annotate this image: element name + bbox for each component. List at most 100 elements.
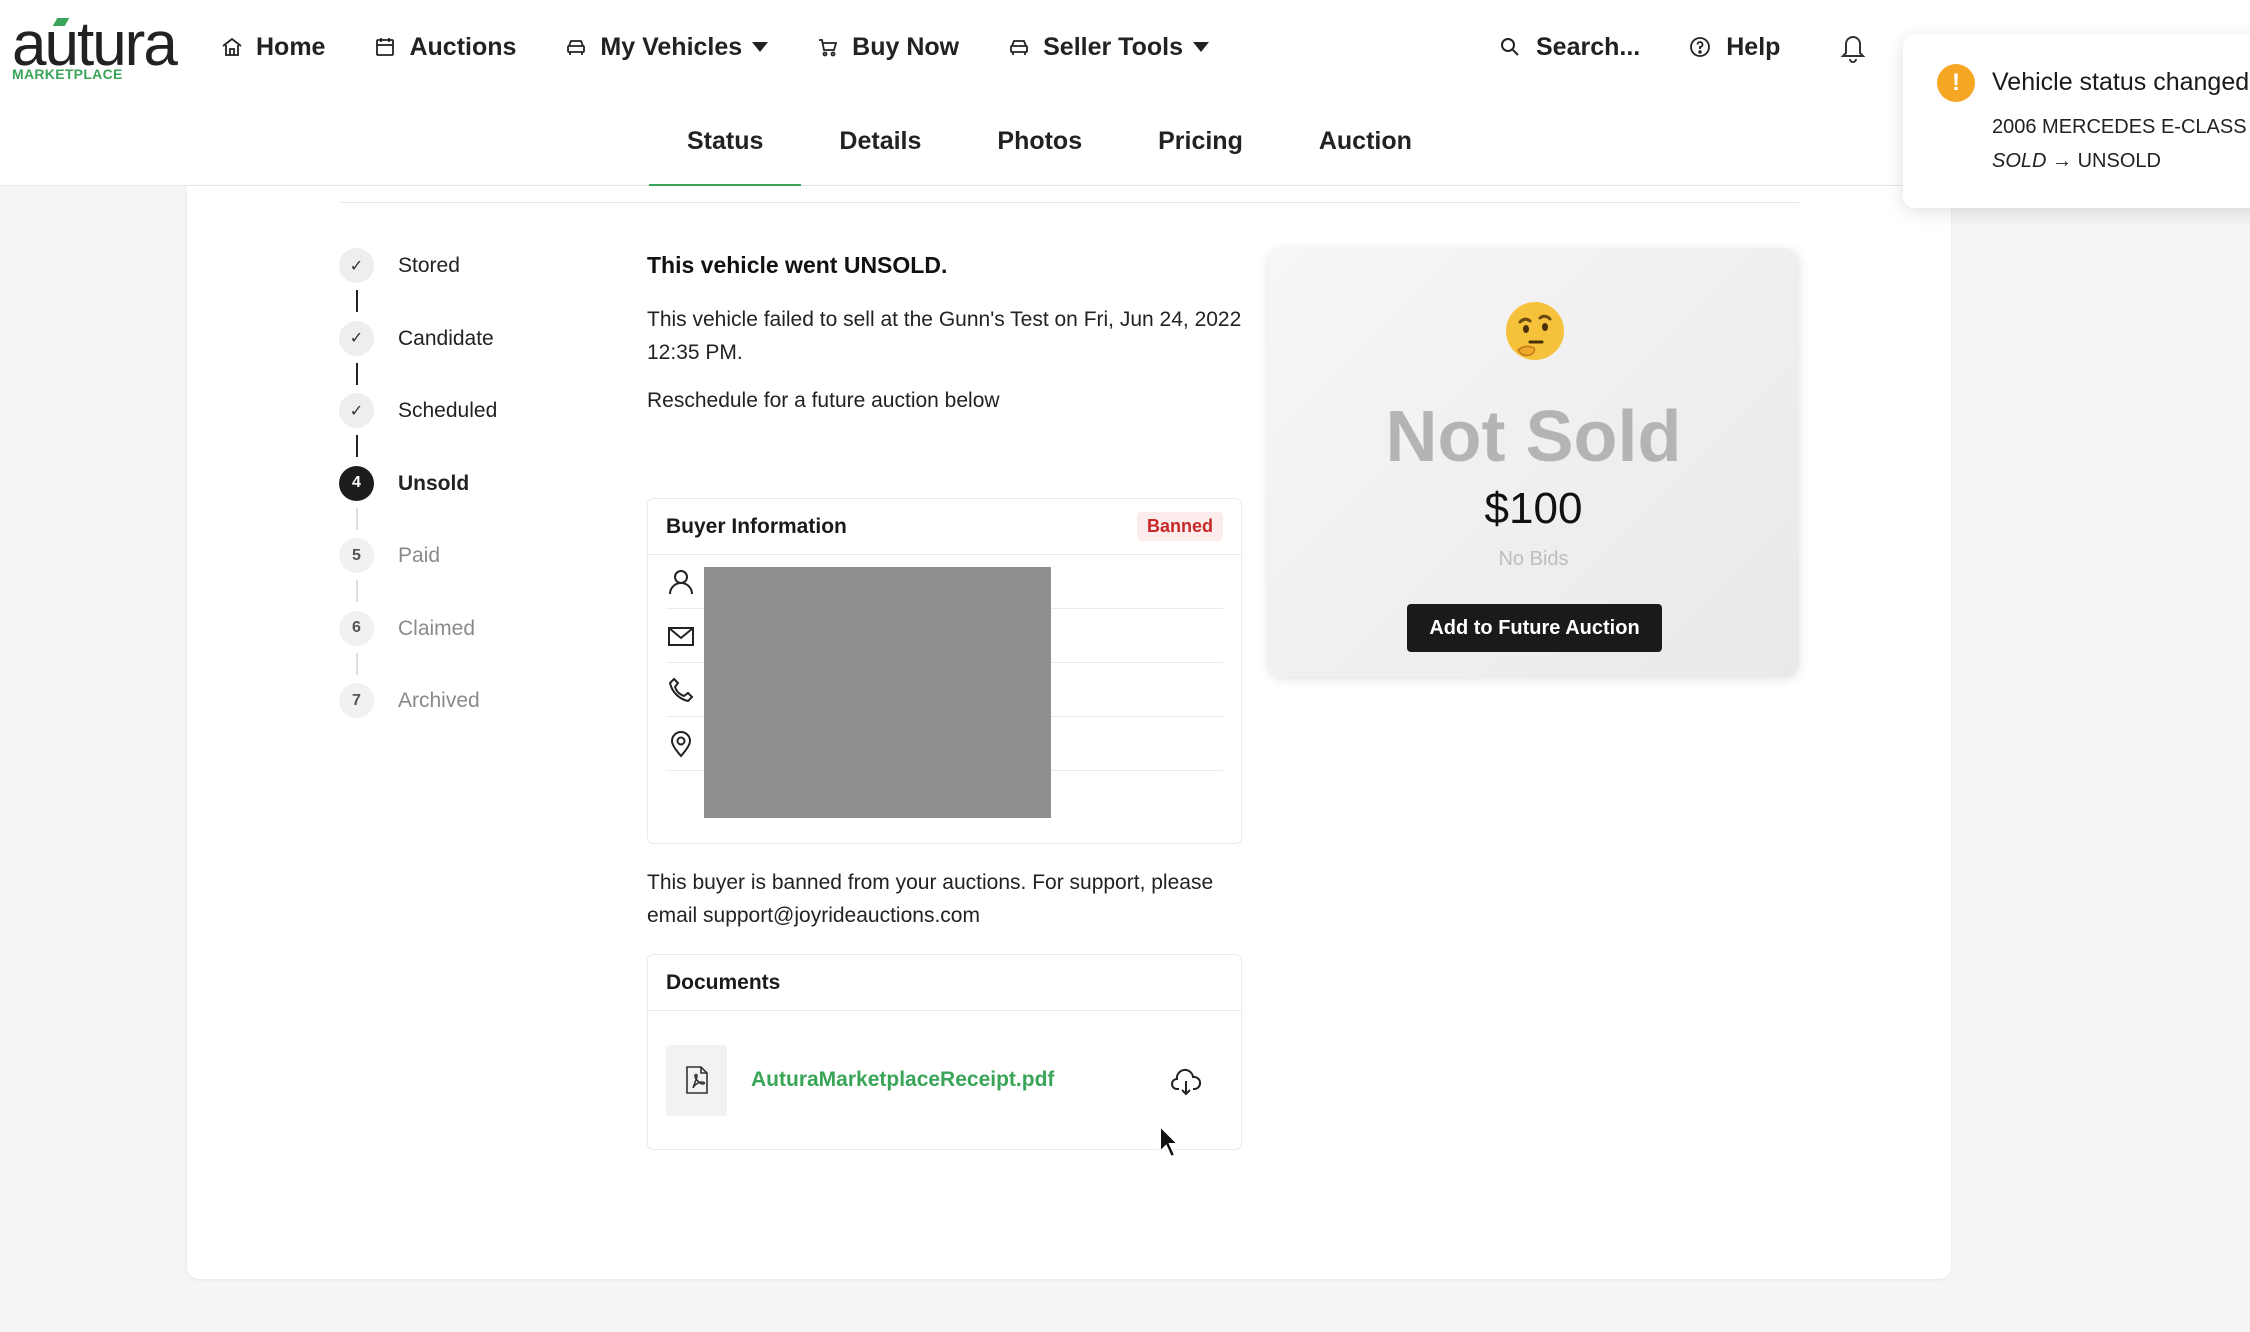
step-label: Unsold (398, 471, 470, 495)
add-to-future-auction-button[interactable]: Add to Future Auction (1407, 604, 1662, 652)
nav-my-vehicles[interactable]: My Vehicles (564, 32, 769, 62)
tab-pricing[interactable]: Pricing (1120, 96, 1281, 186)
toast-status-change: SOLD → UNSOLD (1992, 150, 2161, 173)
bid-count: No Bids (1498, 548, 1569, 570)
step-scheduled: ✓ Scheduled (339, 393, 599, 466)
previous-status: SOLD (1992, 150, 2047, 172)
logo-subtitle: MARKETPLACE (12, 66, 123, 82)
buyer-information-title: Buyer Information (666, 514, 847, 538)
new-status: UNSOLD (2077, 150, 2161, 172)
step-label: Scheduled (398, 399, 498, 422)
sale-price: $100 (1484, 484, 1583, 533)
documents-panel: Documents AuturaMarketplaceReceipt.pdf (647, 954, 1242, 1150)
toast-vehicle: 2006 MERCEDES E-CLASS (1992, 116, 2247, 138)
notification-bell-icon[interactable] (1838, 30, 1868, 64)
phone-icon (668, 677, 694, 702)
arrow-right-icon: → (2052, 150, 2073, 172)
cart-icon (819, 39, 838, 57)
step-archived: 7 Archived (339, 683, 599, 756)
document-link[interactable]: AuturaMarketplaceReceipt.pdf (751, 1068, 1054, 1092)
step-connector (356, 580, 358, 602)
mouse-cursor-icon (1159, 1124, 1181, 1159)
location-pin-icon (670, 730, 692, 758)
step-label: Archived (398, 689, 480, 712)
chevron-down-icon (1192, 42, 1209, 52)
warning-icon: ! (1937, 64, 1975, 102)
check-icon: ✓ (339, 320, 374, 356)
check-icon: ✓ (339, 248, 374, 283)
step-connector (356, 507, 358, 530)
help-label: Help (1726, 32, 1781, 61)
step-connector (356, 362, 358, 385)
pdf-icon (666, 1044, 727, 1116)
nav-home[interactable]: Home (220, 33, 325, 62)
status-message: This vehicle went UNSOLD. This vehicle f… (647, 252, 1242, 413)
documents-title: Documents (666, 970, 781, 994)
step-number: 5 (339, 538, 374, 573)
car-icon (1010, 40, 1029, 55)
nav-auctions[interactable]: Auctions (373, 33, 516, 62)
divider (340, 202, 1799, 203)
status-description: This vehicle failed to sell at the Gunn'… (647, 308, 1242, 364)
search-label: Search... (1536, 32, 1641, 61)
redacted-buyer-details (704, 567, 1051, 818)
step-candidate: ✓ Candidate (339, 320, 599, 394)
search-icon (1501, 38, 1519, 56)
step-label: Paid (398, 544, 441, 567)
sale-summary-card: Not Sold $100 No Bids Add to Future Auct… (1268, 248, 1799, 677)
buyer-details (648, 555, 1241, 818)
step-connector (356, 290, 358, 312)
status-stepper: ✓ Stored ✓ Candidate ✓ Scheduled 4 Unsol… (339, 248, 599, 756)
tab-auction[interactable]: Auction (1281, 96, 1450, 186)
person-icon (669, 569, 693, 594)
step-number: 4 (339, 465, 374, 501)
vehicle-tabs: Status Details Photos Pricing Auction (649, 96, 1450, 187)
search-button[interactable]: Search... (1498, 33, 1640, 62)
step-number: 7 (339, 683, 374, 718)
step-label: Candidate (398, 326, 494, 350)
calendar-icon (376, 38, 395, 56)
thinking-face-icon (1506, 302, 1564, 360)
car-icon (567, 40, 586, 55)
help-circle-icon (1690, 37, 1711, 57)
step-label: Stored (398, 254, 460, 277)
reschedule-hint: Reschedule for a future auction below (647, 389, 1000, 412)
nav-auctions-label: Auctions (409, 32, 517, 61)
panel-header: Buyer Information Banned (648, 499, 1241, 555)
step-unsold: 4 Unsold (339, 465, 599, 539)
nav-buy-now[interactable]: Buy Now (816, 33, 959, 62)
nav-seller-tools[interactable]: Seller Tools (1007, 33, 1209, 62)
check-icon: ✓ (339, 393, 374, 428)
step-connector (356, 652, 358, 675)
status-card: ✓ Stored ✓ Candidate ✓ Scheduled 4 Unsol… (187, 186, 1951, 1279)
tab-photos[interactable]: Photos (959, 96, 1120, 186)
nav-home-label: Home (256, 32, 326, 61)
autura-logo[interactable]: autura MARKETPLACE (12, 14, 178, 84)
tab-details[interactable]: Details (801, 96, 959, 186)
step-paid: 5 Paid (339, 538, 599, 611)
tab-status[interactable]: Status (649, 96, 802, 187)
banned-buyer-note: This buyer is banned from your auctions.… (647, 871, 1214, 927)
nav-my-vehicles-label: My Vehicles (600, 32, 743, 61)
buyer-information-panel: Buyer Information Banned (647, 498, 1242, 844)
step-label: Claimed (398, 616, 476, 640)
chevron-down-icon (752, 42, 769, 52)
step-claimed: 6 Claimed (339, 610, 599, 684)
step-stored: ✓ Stored (339, 248, 599, 321)
mail-icon (668, 626, 694, 646)
toast-title: Vehicle status changed (1992, 68, 2250, 96)
banned-badge: Banned (1136, 512, 1223, 541)
sale-status: Not Sold (1385, 397, 1682, 477)
nav-utilities: Search... Help (1498, 24, 1780, 70)
nav-seller-tools-label: Seller Tools (1043, 32, 1183, 61)
step-connector (356, 435, 358, 457)
panel-header: Documents (648, 955, 1241, 1011)
help-link[interactable]: Help (1688, 33, 1780, 62)
cloud-download-icon[interactable] (1170, 1067, 1202, 1099)
nav-buy-now-label: Buy Now (852, 32, 960, 61)
step-number: 6 (339, 610, 374, 646)
status-change-toast[interactable]: ! Vehicle status changed 2006 MERCEDES E… (1903, 34, 2250, 208)
home-icon (222, 37, 242, 56)
main-nav: Home Auctions My Vehicles Buy Now Seller… (220, 24, 1257, 70)
document-row: AuturaMarketplaceReceipt.pdf (648, 1011, 1241, 1149)
